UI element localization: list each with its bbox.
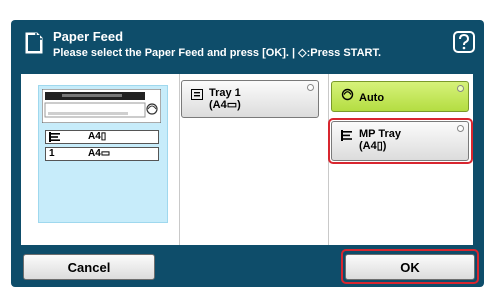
instruction-text: Please select the Paper Feed and press [… (53, 47, 382, 59)
column-divider (179, 74, 180, 245)
tray-1-label: Tray 1 (A4▭) (209, 87, 241, 111)
printer-preview: A4▯ 1 A4▭ (38, 85, 168, 223)
content-area: A4▯ 1 A4▭ Tray 1 (A4▭) Auto MP Tray (A4▯… (21, 74, 473, 245)
dialog-header: Paper Feed Please select the Paper Feed … (11, 20, 484, 64)
tray-1-status: 1 A4▭ (45, 147, 159, 161)
tray-1-button[interactable]: Tray 1 (A4▭) (181, 80, 319, 118)
mp-tray-indicator (457, 125, 464, 132)
tray-1-paper-size: A4▭ (88, 148, 111, 159)
page-title: Paper Feed (53, 29, 124, 44)
mp-tray-icon (49, 132, 60, 142)
dialog-frame: Paper Feed Please select the Paper Feed … (11, 20, 484, 287)
mp-tray-status: A4▯ (45, 130, 159, 144)
paper-feed-icon (25, 32, 43, 54)
mp-tray-icon (341, 130, 352, 141)
ok-button[interactable]: OK (345, 254, 475, 280)
auto-feed-icon (341, 88, 354, 101)
printer-illustration (42, 89, 161, 123)
tray-icon (191, 89, 203, 100)
auto-label: Auto (359, 92, 385, 104)
mp-tray-label: MP Tray (A4▯) (359, 128, 401, 152)
mp-tray-paper-size: A4▯ (88, 131, 107, 142)
mp-tray-button[interactable]: MP Tray (A4▯) (331, 121, 469, 161)
auto-indicator (457, 85, 464, 92)
help-icon (459, 34, 470, 50)
auto-button[interactable]: Auto (331, 81, 469, 112)
tray-1-indicator (307, 84, 314, 91)
tray-1-number: 1 (49, 148, 55, 159)
help-button[interactable] (453, 31, 475, 53)
cancel-button[interactable]: Cancel (23, 254, 155, 280)
